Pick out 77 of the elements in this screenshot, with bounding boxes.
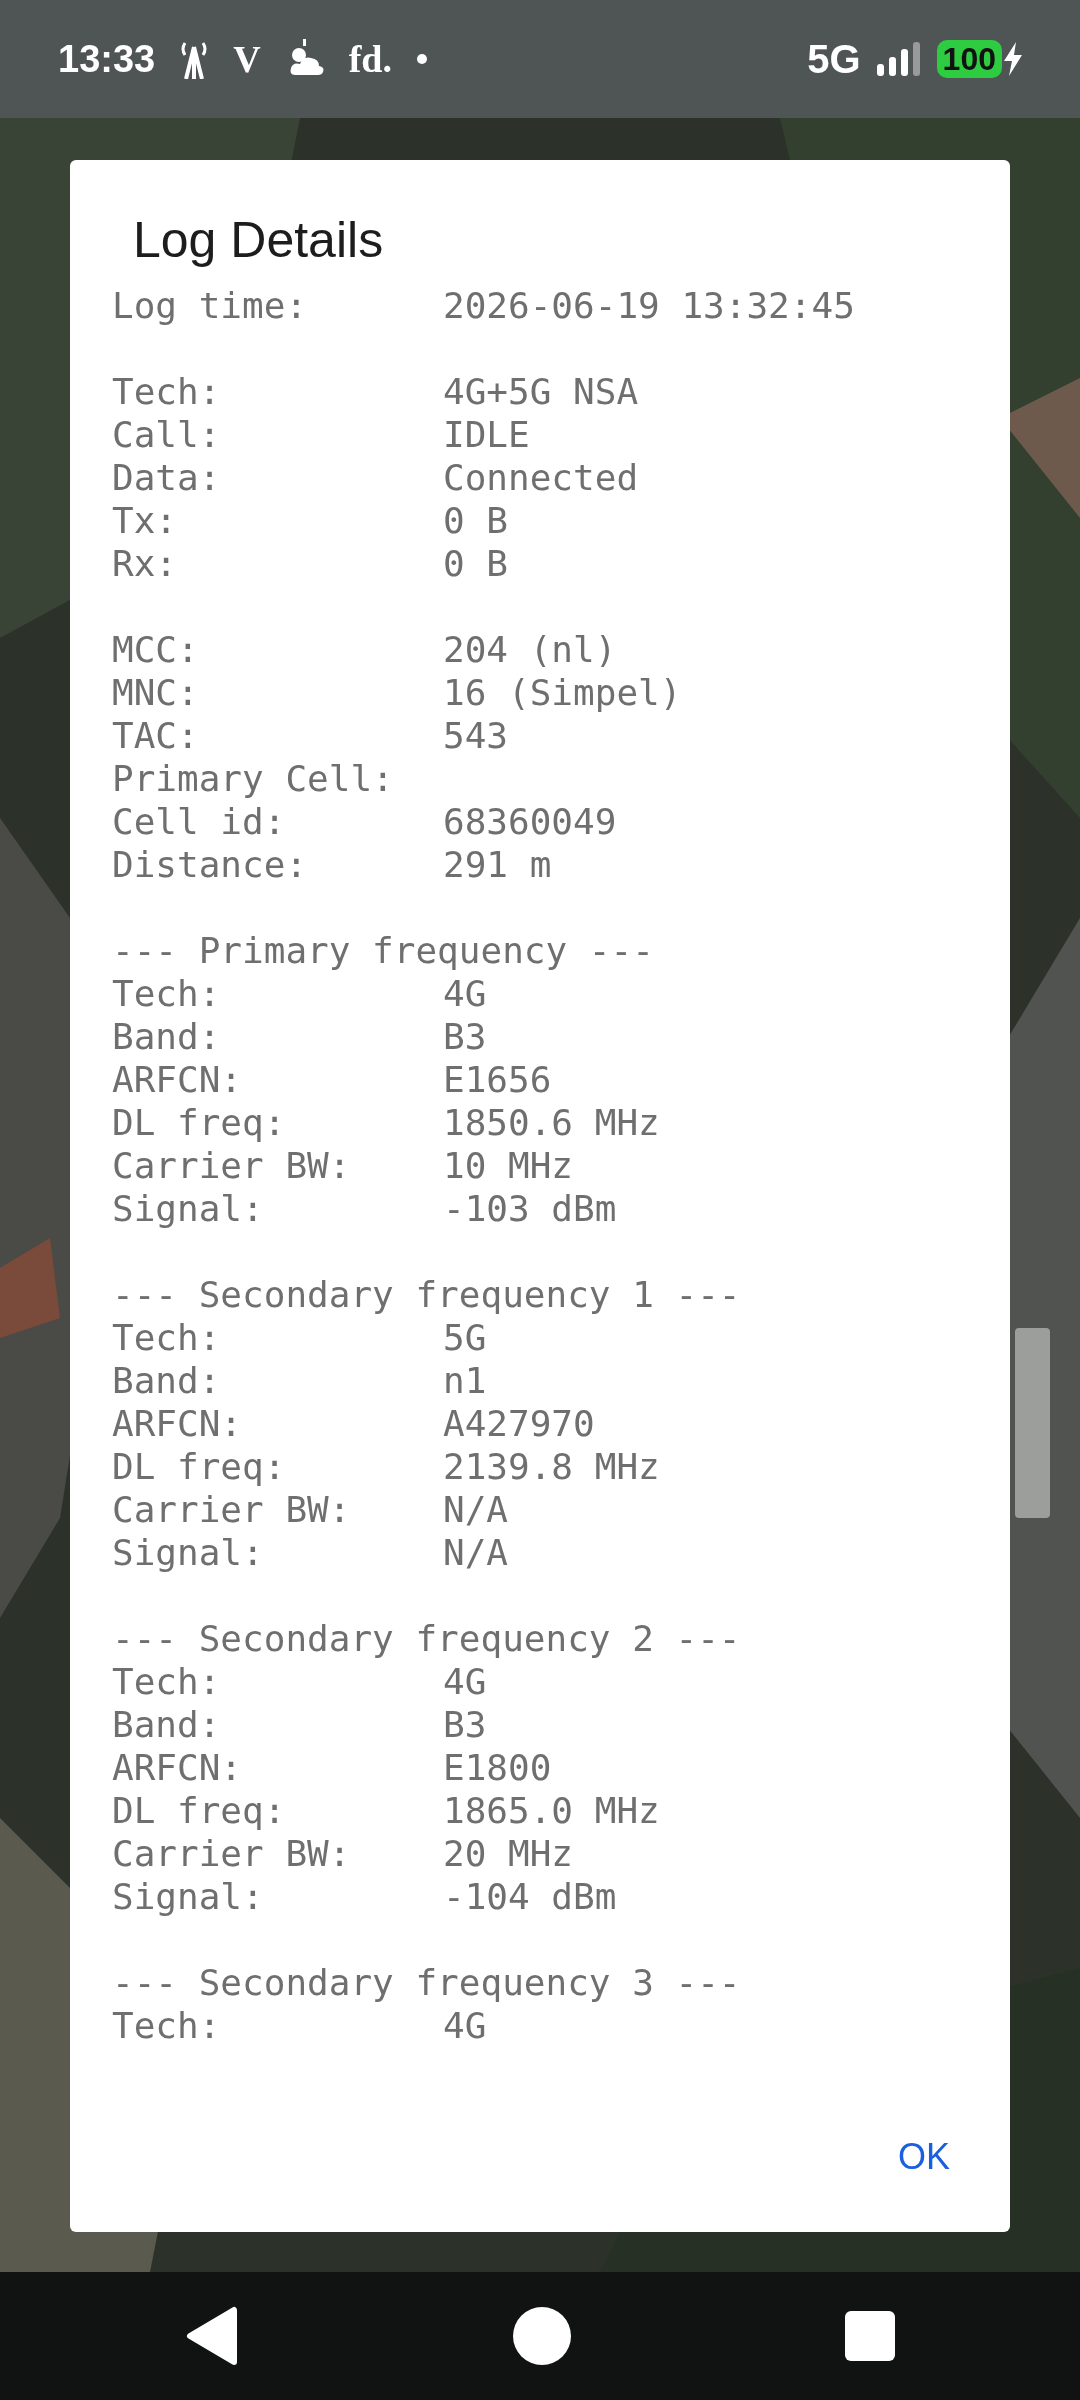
log-value: 4G (443, 973, 487, 1014)
log-value: E1800 (443, 1747, 552, 1788)
log-label: ARFCN: (112, 1402, 244, 1445)
ok-button[interactable]: OK (880, 2120, 968, 2194)
log-label: MCC: (112, 628, 200, 671)
log-label: Distance: (112, 843, 309, 886)
log-value: 2026-06-19 13:32:45 (443, 285, 855, 326)
log-value: 0 B (443, 543, 509, 584)
log-label: DL freq: (112, 1101, 287, 1144)
log-value: 1850.6 MHz (443, 1102, 660, 1143)
log-value: 10 MHz (443, 1145, 574, 1186)
log-value: -104 dBm (443, 1876, 617, 1917)
log-value: B3 (443, 1704, 487, 1745)
log-value: 68360049 (443, 801, 617, 842)
log-value: 0 B (443, 500, 509, 541)
dialog-title: Log Details (133, 211, 385, 270)
log-value: -103 dBm (443, 1188, 617, 1229)
log-value: 543 (443, 715, 509, 756)
log-label: DL freq: (112, 1445, 287, 1488)
log-label: Tech: (112, 972, 222, 1015)
log-value: B3 (443, 1016, 487, 1057)
section-heading: --- Secondary frequency 1 --- (112, 1273, 742, 1316)
back-icon[interactable] (184, 2306, 240, 2366)
signal-icon (876, 42, 921, 76)
log-label: Band: (112, 1015, 222, 1058)
section-heading: --- Secondary frequency 3 --- (112, 1961, 742, 2004)
log-value: n1 (443, 1360, 487, 1401)
log-value: 4G (443, 2005, 487, 2046)
log-value: A427970 (443, 1403, 595, 1444)
log-label: Band: (112, 1359, 222, 1402)
log-label: Carrier BW: (112, 1144, 352, 1187)
log-value: IDLE (443, 414, 530, 455)
network-type: 5G (807, 36, 861, 83)
log-label: Signal: (112, 1187, 265, 1230)
log-label: Tech: (112, 370, 222, 413)
log-label: MNC: (112, 671, 200, 714)
log-value: 1865.0 MHz (443, 1790, 660, 1831)
log-label: Carrier BW: (112, 1832, 352, 1875)
notification-icon: fd. (348, 30, 392, 88)
log-label: Tech: (112, 1316, 222, 1359)
section-heading: --- Secondary frequency 2 --- (112, 1617, 742, 1660)
log-value: 16 (Simpel) (443, 672, 682, 713)
section-heading: --- Primary frequency --- (112, 929, 655, 972)
recents-icon[interactable] (844, 2310, 896, 2362)
clock: 13:33 (58, 36, 156, 82)
log-label: ARFCN: (112, 1746, 244, 1789)
log-label: Rx: (112, 542, 179, 585)
log-value: 5G (443, 1317, 487, 1358)
log-value: 291 m (443, 844, 552, 885)
log-label: Call: (112, 413, 222, 456)
home-icon[interactable] (512, 2306, 572, 2366)
log-label: Carrier BW: (112, 1488, 352, 1531)
log-value: 4G+5G NSA (443, 371, 639, 412)
log-label: Tx: (112, 499, 179, 542)
log-label: Primary Cell: (112, 757, 395, 800)
log-value: 20 MHz (443, 1833, 574, 1874)
log-label: Signal: (112, 1875, 265, 1918)
log-value: N/A (443, 1489, 509, 1530)
log-label: Cell id: (112, 800, 287, 843)
notification-icon: V (233, 30, 261, 88)
log-value: 2139.8 MHz (443, 1446, 660, 1487)
log-label: TAC: (112, 714, 200, 757)
log-value: E1656 (443, 1059, 552, 1100)
log-label: Tech: (112, 2004, 222, 2047)
log-label: DL freq: (112, 1789, 287, 1832)
log-label: Signal: (112, 1531, 265, 1574)
log-value: 4G (443, 1661, 487, 1702)
log-value: 204 (nl) (443, 629, 617, 670)
log-label: Band: (112, 1703, 222, 1746)
log-value: N/A (443, 1532, 509, 1573)
log-value: Connected (443, 457, 639, 498)
log-label: Data: (112, 456, 222, 499)
log-label: ARFCN: (112, 1058, 244, 1101)
battery-level: 100 (936, 40, 1002, 78)
log-label: Tech: (112, 1660, 222, 1703)
log-label: Log time: (112, 284, 309, 327)
dot-icon (415, 53, 428, 65)
